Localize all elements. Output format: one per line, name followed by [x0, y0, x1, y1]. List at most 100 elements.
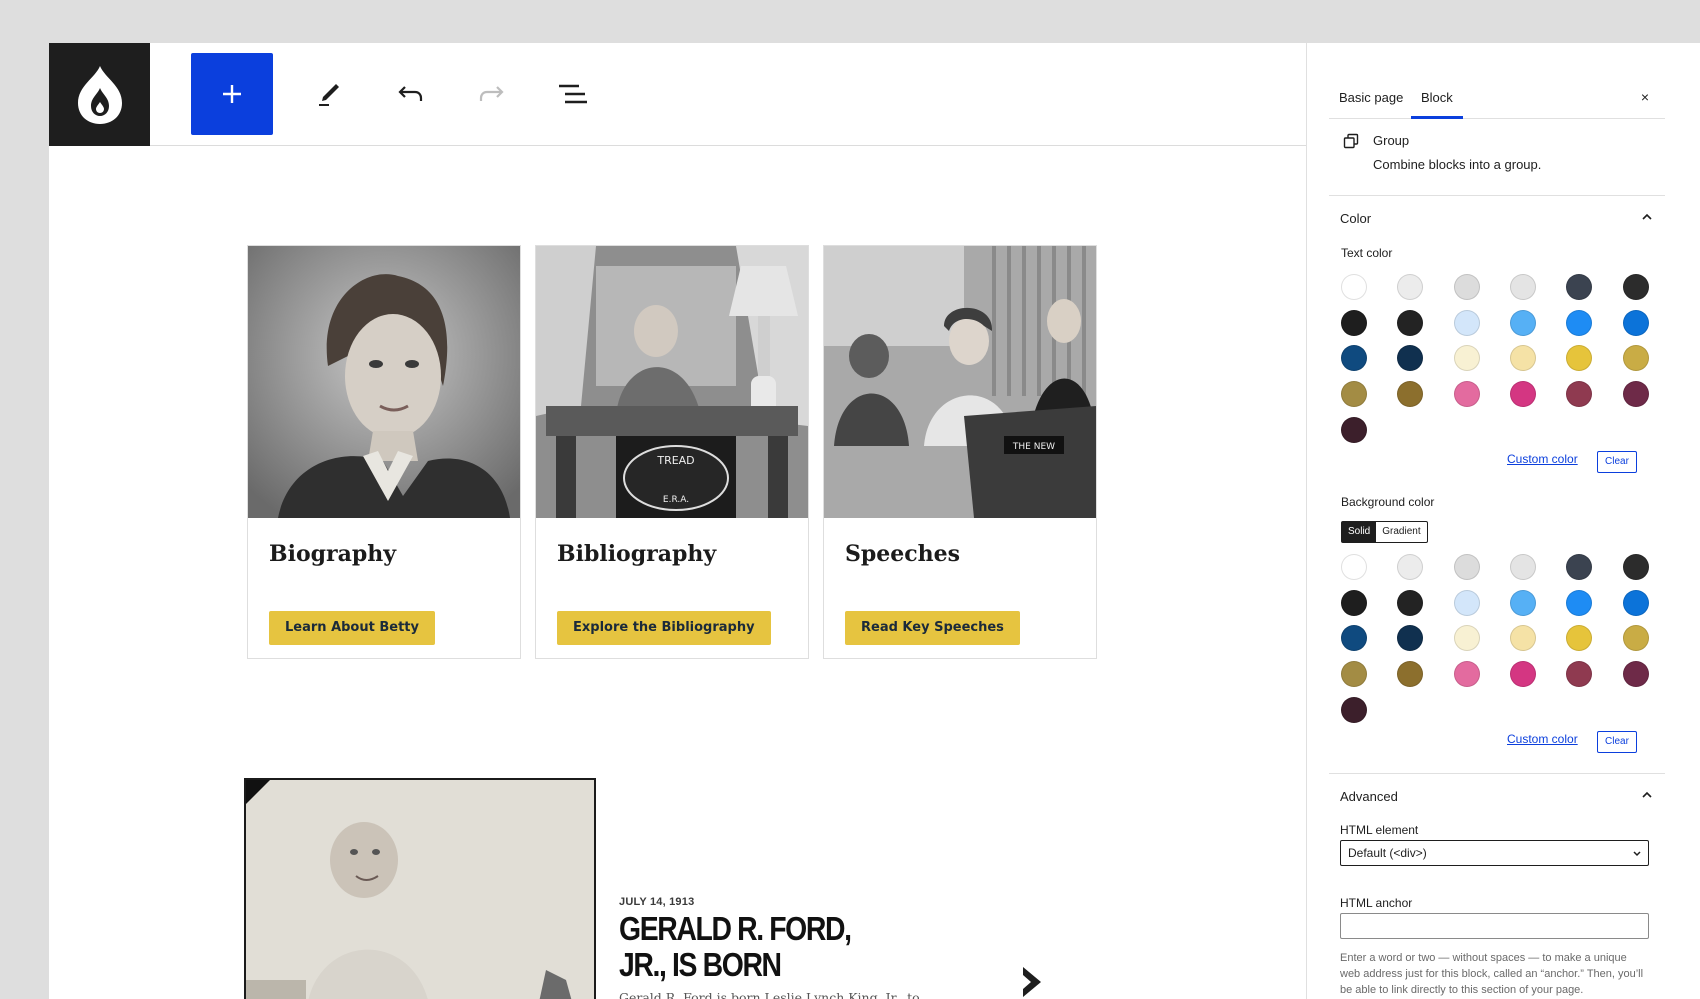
card-bibliography[interactable]: TREAD E.R.A. Bibliography Explore the Bi…	[535, 245, 809, 659]
color-swatch[interactable]	[1341, 625, 1367, 652]
color-swatch[interactable]	[1622, 589, 1649, 616]
svg-text:TREAD: TREAD	[656, 454, 694, 467]
gradient-toggle[interactable]: Gradient	[1376, 522, 1426, 542]
html-element-value: Default (<div>)	[1348, 846, 1427, 860]
background-custom-color-link[interactable]: Custom color	[1507, 732, 1578, 746]
next-arrow-button[interactable]	[1019, 965, 1045, 999]
text-clear-button[interactable]: Clear	[1597, 451, 1637, 473]
explore-bibliography-button[interactable]: Explore the Bibliography	[557, 611, 771, 645]
color-swatch[interactable]	[1453, 554, 1480, 580]
color-swatch[interactable]	[1453, 274, 1480, 300]
color-swatch[interactable]	[1509, 661, 1536, 688]
top-toolbar	[49, 43, 1306, 146]
drupal-logo[interactable]	[49, 43, 150, 146]
color-swatch[interactable]	[1622, 661, 1649, 688]
color-swatch[interactable]	[1566, 309, 1593, 336]
chevron-down-icon	[1633, 851, 1641, 857]
card-speeches[interactable]: THE NEW Speeches Read Key Speeches	[823, 245, 1097, 659]
color-swatch[interactable]	[1453, 345, 1480, 372]
undo-button[interactable]	[369, 53, 451, 135]
fill-type-toggle: Solid Gradient	[1341, 521, 1428, 543]
card-biography[interactable]: Biography Learn About Betty	[247, 245, 521, 659]
color-swatch[interactable]	[1622, 345, 1649, 372]
timeline-date: JULY 14, 1913	[619, 896, 695, 908]
chevron-up-icon[interactable]	[1641, 211, 1653, 223]
color-swatch[interactable]	[1453, 309, 1480, 336]
portrait-photo	[248, 246, 520, 518]
color-swatch[interactable]	[1397, 309, 1424, 336]
color-swatch[interactable]	[1453, 661, 1480, 688]
color-swatch[interactable]	[1566, 589, 1593, 616]
list-view-button[interactable]	[532, 53, 614, 135]
read-key-speeches-button[interactable]: Read Key Speeches	[845, 611, 1020, 645]
color-swatch[interactable]	[1341, 345, 1367, 372]
color-swatch[interactable]	[1622, 274, 1649, 300]
color-swatch[interactable]	[1566, 345, 1593, 372]
tab-basic-page[interactable]: Basic page	[1329, 85, 1413, 119]
block-name: Group	[1373, 133, 1410, 148]
html-anchor-label: HTML anchor	[1340, 896, 1413, 910]
color-swatch[interactable]	[1453, 381, 1480, 408]
text-custom-color-link[interactable]: Custom color	[1507, 452, 1578, 466]
color-swatch[interactable]	[1341, 274, 1367, 300]
color-swatch[interactable]	[1566, 381, 1593, 408]
sidebar-tabs: Basic page Block ×	[1329, 85, 1665, 119]
color-swatch[interactable]	[1341, 381, 1367, 408]
color-swatch[interactable]	[1397, 274, 1424, 300]
color-swatch[interactable]	[1566, 554, 1593, 580]
edit-tool-button[interactable]	[288, 53, 370, 135]
redo-icon	[479, 86, 504, 101]
color-swatch[interactable]	[1341, 696, 1367, 723]
color-swatch[interactable]	[1566, 661, 1593, 688]
color-swatch[interactable]	[1341, 309, 1367, 336]
redo-button[interactable]	[451, 53, 533, 135]
color-swatch[interactable]	[1397, 345, 1424, 372]
color-swatch[interactable]	[1622, 625, 1649, 652]
color-swatch[interactable]	[1622, 381, 1649, 408]
color-swatch[interactable]	[1341, 589, 1367, 616]
color-swatch[interactable]	[1509, 309, 1536, 336]
color-swatch[interactable]	[1397, 625, 1424, 652]
editor-canvas: Biography Learn About Betty TREAD E.R.A.…	[49, 147, 1306, 999]
color-swatch[interactable]	[1341, 661, 1367, 688]
add-block-button[interactable]	[191, 53, 273, 135]
color-swatch[interactable]	[1566, 625, 1593, 652]
color-swatch[interactable]	[1341, 416, 1367, 443]
color-swatch[interactable]	[1622, 554, 1649, 580]
block-description: Combine blocks into a group.	[1373, 157, 1542, 172]
chevron-up-icon[interactable]	[1641, 789, 1653, 801]
color-swatch[interactable]	[1509, 345, 1536, 372]
color-swatch[interactable]	[1453, 625, 1480, 652]
html-anchor-input[interactable]	[1340, 913, 1649, 939]
color-swatch[interactable]	[1341, 554, 1367, 580]
editor-app: Biography Learn About Betty TREAD E.R.A.…	[49, 43, 1700, 999]
color-swatch[interactable]	[1453, 589, 1480, 616]
color-swatch[interactable]	[1397, 589, 1424, 616]
advanced-panel-title[interactable]: Advanced	[1340, 789, 1398, 804]
color-swatch[interactable]	[1509, 381, 1536, 408]
card-title: Biography	[269, 541, 397, 567]
solid-toggle[interactable]: Solid	[1342, 522, 1377, 542]
divider	[1329, 195, 1665, 196]
color-swatch[interactable]	[1397, 381, 1424, 408]
color-swatch[interactable]	[1509, 274, 1536, 300]
color-swatch[interactable]	[1622, 309, 1649, 336]
color-swatch[interactable]	[1509, 554, 1536, 580]
color-panel-title[interactable]: Color	[1340, 211, 1371, 226]
undo-icon	[398, 86, 423, 101]
tab-block[interactable]: Block	[1411, 85, 1463, 119]
close-icon[interactable]: ×	[1635, 87, 1655, 107]
color-swatch[interactable]	[1397, 554, 1424, 580]
color-swatch[interactable]	[1397, 661, 1424, 688]
drupal-drop-icon	[77, 65, 122, 124]
list-view-icon	[559, 84, 587, 104]
background-color-label: Background color	[1341, 495, 1435, 509]
pencil-icon	[319, 84, 339, 106]
color-swatch[interactable]	[1509, 625, 1536, 652]
divider	[1329, 773, 1665, 774]
color-swatch[interactable]	[1566, 274, 1593, 300]
learn-about-betty-button[interactable]: Learn About Betty	[269, 611, 435, 645]
html-element-select[interactable]: Default (<div>)	[1340, 840, 1649, 866]
background-clear-button[interactable]: Clear	[1597, 731, 1637, 753]
color-swatch[interactable]	[1509, 589, 1536, 616]
